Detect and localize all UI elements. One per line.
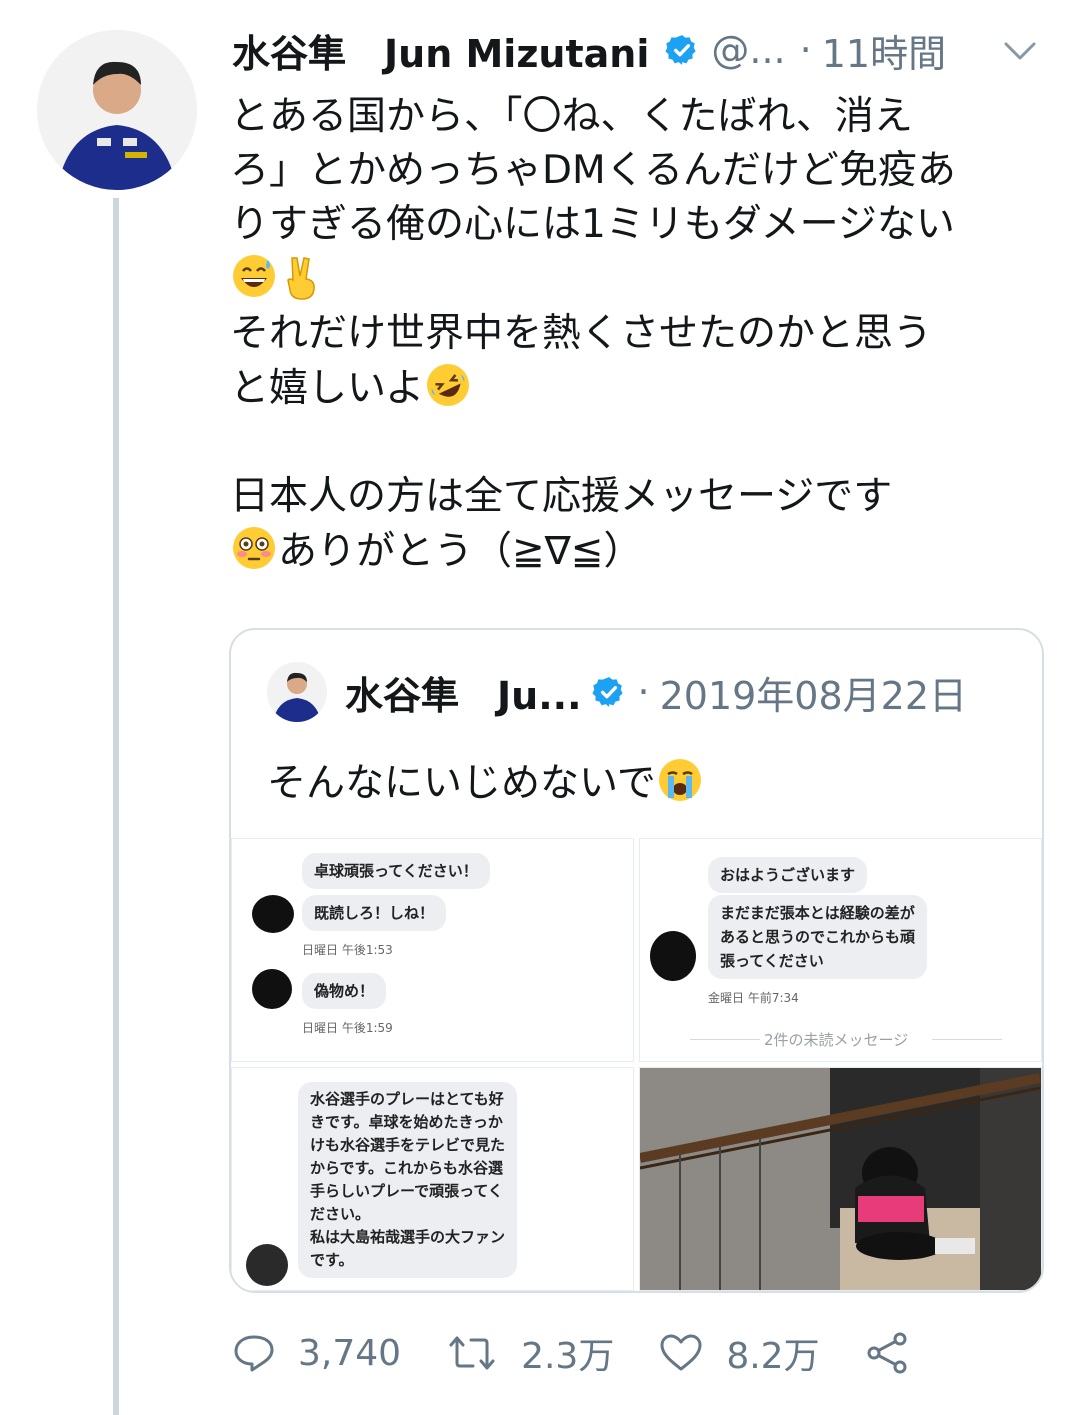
share-button[interactable]	[864, 1331, 932, 1375]
dm-bubble-line: きです。卓球を始めたきっか	[310, 1113, 503, 1131]
dm-screenshot-1[interactable]: 卓球頑張ってください！ 既読しろ！しね！ 日曜日 午後1:53 偽物め！ 日曜日…	[231, 838, 634, 1062]
quoted-tweet-header: 水谷隼 Ju... · 2019年08月22日	[267, 662, 967, 722]
like-button[interactable]: 8.2万	[658, 1327, 820, 1379]
separator-dot: ·	[799, 28, 812, 72]
dm-bubble-line: ださい。	[310, 1205, 371, 1223]
tweet-line: とある国から、「〇ね、くたばれ、消え	[230, 94, 913, 139]
unread-messages-label: 2件の未読メッセージ	[764, 1031, 909, 1049]
tweet-line: りすぎる俺の心には1ミリもダメージない	[230, 202, 955, 247]
chevron-down-icon[interactable]	[998, 36, 1042, 66]
tweet-line-emoji: と嬉しいよ	[230, 361, 1040, 416]
verified-badge-icon	[665, 35, 696, 65]
avatar[interactable]	[37, 30, 197, 190]
tweet-line: 日本人の方は全て応援メッセージです	[230, 474, 893, 519]
thread-line	[113, 198, 119, 1415]
dm-bubble-line: 私は大島祐哉選手の大ファン	[310, 1228, 506, 1246]
divider	[690, 1039, 760, 1040]
media-grid: 卓球頑張ってください！ 既読しろ！しね！ 日曜日 午後1:53 偽物め！ 日曜日…	[231, 838, 1042, 1291]
dm-bubble-multiline: まだまだ張本とは経験の差が あると思うのでこれからも頑 張ってください	[708, 895, 928, 979]
dm-bubble-line: からです。これからも水谷選	[310, 1159, 504, 1177]
tweet-header: 水谷隼 Jun Mizutani @... · 11時間	[232, 22, 946, 78]
photo-thumbnail[interactable]	[639, 1067, 1042, 1291]
rofl-emoji	[427, 364, 470, 406]
quoted-display-name: 水谷隼 Ju...	[345, 673, 582, 718]
grinning-sweat-emoji	[233, 255, 275, 297]
action-bar: 3,740 2.3万 8.2万	[232, 1325, 976, 1381]
dm-screenshot-2[interactable]: おはようございます まだまだ張本とは経験の差が あると思うのでこれからも頑 張っ…	[639, 838, 1042, 1062]
share-icon	[867, 1332, 907, 1374]
dm-bubble: 既読しろ！しね！	[302, 895, 447, 931]
flushed-emoji	[233, 527, 275, 569]
retweet-button[interactable]: 2.3万	[445, 1327, 614, 1379]
separator-dot: ·	[637, 670, 650, 714]
tweet-line: ろ」とかめっちゃDMくるんだけど免疫あ	[230, 148, 956, 193]
redacted-avatar	[252, 895, 294, 933]
dm-bubble-line: けも水谷選手をテレビで見た	[310, 1136, 506, 1154]
dm-bubble-line: 水谷選手のプレーはとても好	[310, 1090, 504, 1108]
dm-bubble-line: あると思うのでこれからも頑	[720, 928, 916, 946]
dm-screenshot-3[interactable]: 水谷選手のプレーはとても好 きです。卓球を始めたきっか けも水谷選手をテレビで見…	[231, 1067, 634, 1291]
timestamp[interactable]: 11時間	[822, 23, 946, 78]
dm-bubble-line: 手らしいプレーで頑張ってく	[310, 1182, 503, 1200]
tweet-line: それだけ世界中を熱くさせたのかと思う	[230, 311, 933, 356]
dm-bubble-line: 張ってください	[720, 952, 824, 970]
tweet-line: ありがとう（≧∇≦）	[278, 529, 643, 574]
verified-badge-icon	[591, 677, 623, 707]
retweet-icon	[449, 1336, 495, 1370]
dm-bubble-line: です。	[310, 1251, 354, 1269]
like-count: 8.2万	[726, 1336, 820, 1377]
dm-timestamp: 日曜日 午後1:53	[302, 943, 393, 957]
quoted-avatar	[267, 662, 327, 722]
handle[interactable]: @...	[711, 28, 785, 72]
quoted-text: そんなにいじめないで	[267, 756, 704, 811]
dm-bubble-line: まだまだ張本とは経験の差が	[720, 904, 915, 922]
tweet-line	[230, 416, 1040, 470]
dm-timestamp: 日曜日 午後1:59	[302, 1021, 393, 1035]
quoted-tweet[interactable]: 水谷隼 Ju... · 2019年08月22日 そんなにいじめないで 卓球頑張っ…	[229, 628, 1044, 1293]
like-icon	[660, 1334, 702, 1371]
dm-bubble: 偽物め！	[302, 973, 387, 1009]
divider	[932, 1039, 1002, 1040]
dm-timestamp: 金曜日 午前7:34	[708, 991, 799, 1005]
photo-image	[640, 1068, 1041, 1290]
quoted-date: 2019年08月22日	[659, 673, 968, 718]
tweet-line-emoji	[230, 252, 1040, 307]
display-name[interactable]: 水谷隼 Jun Mizutani	[232, 23, 649, 78]
reply-count: 3,740	[298, 1332, 402, 1374]
sender-avatar	[246, 1244, 288, 1286]
quoted-text-body: そんなにいじめないで	[267, 761, 656, 806]
reply-icon	[234, 1335, 274, 1372]
dm-bubble: おはようございます	[708, 857, 868, 893]
tweet-line: と嬉しいよ	[230, 366, 425, 411]
redacted-avatar	[252, 969, 292, 1009]
dm-bubble: 卓球頑張ってください！	[302, 853, 490, 889]
retweet-count: 2.3万	[521, 1336, 615, 1377]
reply-button[interactable]: 3,740	[232, 1333, 401, 1374]
victory-hand-emoji	[287, 257, 315, 300]
tweet-line-emoji: ありがとう（≧∇≦）	[230, 524, 1040, 579]
dm-bubble-multiline: 水谷選手のプレーはとても好 きです。卓球を始めたきっか けも水谷選手をテレビで見…	[298, 1082, 518, 1278]
crying-emoji	[658, 759, 701, 801]
tweet-text: とある国から、「〇ね、くたばれ、消え ろ」とかめっちゃDMくるんだけど免疫あ り…	[230, 90, 1040, 579]
redacted-avatar	[650, 931, 696, 981]
